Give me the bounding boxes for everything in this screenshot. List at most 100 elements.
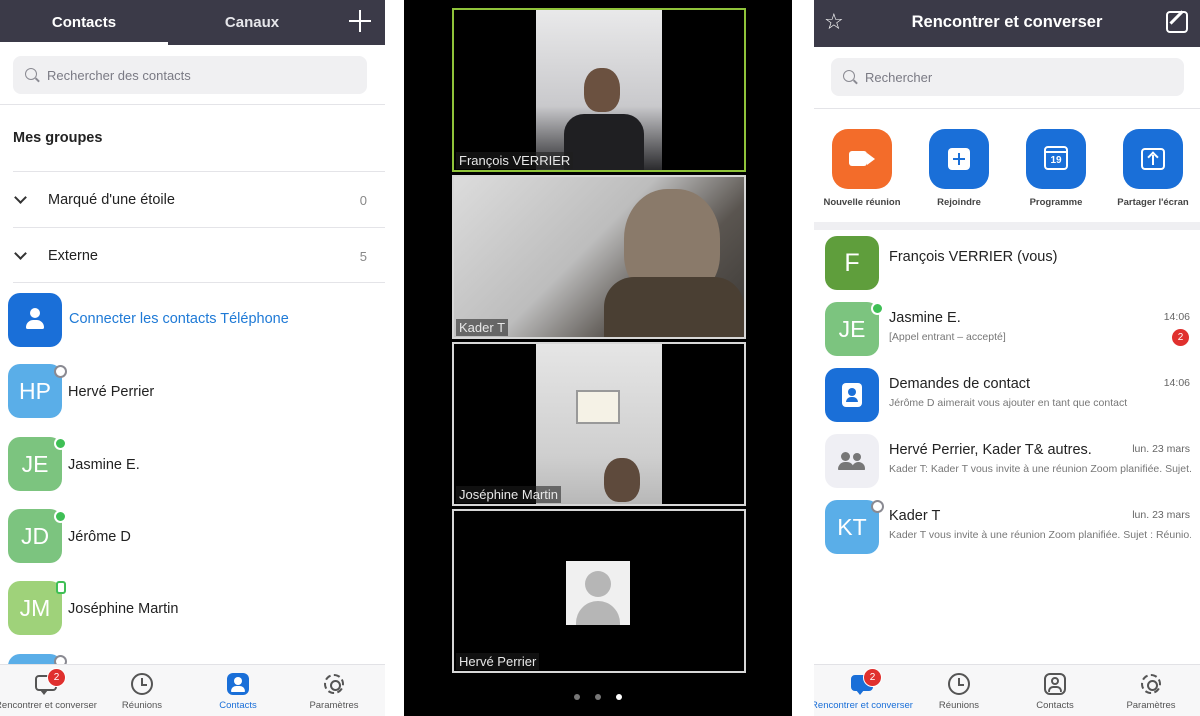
participant-name: François VERRIER: [456, 152, 574, 169]
schedule-button[interactable]: 19 Programme: [1016, 129, 1096, 208]
tab-contacts-bottom[interactable]: Contacts: [192, 665, 284, 716]
contact-name: Joséphine Martin: [68, 601, 179, 617]
tab-contacts[interactable]: Contacts: [0, 0, 168, 45]
tab-meetings[interactable]: Réunions: [96, 665, 188, 716]
video-tile[interactable]: Kader T: [452, 175, 746, 339]
video-tile[interactable]: Hervé Perrier: [452, 509, 746, 673]
divider: [13, 227, 385, 228]
tab-settings[interactable]: Paramètres: [1105, 665, 1197, 716]
gear-icon: [1141, 674, 1161, 694]
chevron-down-icon: [14, 247, 27, 260]
group-external[interactable]: Externe 5: [0, 234, 385, 278]
chat-time: 14:06: [1163, 377, 1190, 389]
tab-label: Paramètres: [309, 700, 359, 711]
page-dot-active[interactable]: [616, 694, 622, 700]
default-avatar-icon: [566, 561, 630, 625]
divider: [13, 282, 385, 283]
presence-online-icon: [871, 302, 884, 315]
gear-icon: [324, 674, 344, 694]
participant-name: Joséphine Martin: [456, 486, 561, 503]
tab-label: Réunions: [938, 700, 980, 711]
tab-channels[interactable]: Canaux: [168, 0, 336, 45]
chat-name: François VERRIER (vous): [889, 249, 1058, 265]
compose-icon[interactable]: [1166, 11, 1188, 33]
group-count: 0: [359, 192, 367, 208]
tab-meetings[interactable]: Réunions: [913, 665, 1005, 716]
page-dot[interactable]: [595, 694, 601, 700]
connect-phone-contacts-link[interactable]: Connecter les contacts Téléphone: [69, 311, 289, 327]
action-label: Programme: [1029, 197, 1083, 208]
chat-preview: Kader T: Kader T vous invite à une réuni…: [889, 463, 1191, 475]
search-icon: [843, 70, 855, 82]
contacts-search-input[interactable]: Rechercher des contacts: [13, 56, 367, 94]
presence-offline-icon: [871, 500, 884, 513]
search-icon: [25, 68, 37, 80]
divider: [0, 104, 385, 105]
chat-row[interactable]: Hervé Perrier, Kader T& autres. Kader T:…: [814, 430, 1200, 492]
contact-name: Hervé Perrier: [68, 384, 155, 400]
contact-name: Jérôme D: [68, 529, 131, 545]
separator: [385, 0, 404, 716]
contacts-screen: Contacts Canaux Rechercher des contacts …: [0, 0, 385, 716]
tab-label: Contacts: [219, 700, 257, 711]
page-dot[interactable]: [574, 694, 580, 700]
tab-meet-chat[interactable]: 2 Rencontrer et converser: [814, 665, 913, 716]
phone-contacts-icon[interactable]: [8, 293, 62, 347]
meet-search-placeholder: Rechercher: [865, 69, 933, 85]
contact-request-icon: [825, 368, 879, 422]
new-meeting-button[interactable]: Nouvelle réunion: [822, 129, 902, 208]
presence-online-icon: [54, 437, 67, 450]
chat-row[interactable]: F François VERRIER (vous): [814, 232, 1200, 294]
tab-meet-chat[interactable]: 2 Rencontrer et converser: [0, 665, 97, 716]
meet-chat-screen: ☆ Rencontrer et converser Rechercher Nou…: [814, 0, 1200, 716]
chat-row[interactable]: JE Jasmine E. [Appel entrant – accepté] …: [814, 298, 1200, 360]
tab-contacts-bottom[interactable]: Contacts: [1009, 665, 1101, 716]
tab-settings[interactable]: Paramètres: [288, 665, 380, 716]
page-indicator[interactable]: [404, 694, 792, 700]
avatar: F: [825, 236, 879, 290]
chat-name: Jasmine E.: [889, 310, 961, 326]
contacts-search-placeholder: Rechercher des contacts: [47, 67, 191, 83]
chat-preview: [Appel entrant – accepté]: [889, 331, 1006, 343]
group-count: 5: [359, 248, 367, 264]
group-label: Externe: [48, 248, 98, 264]
contacts-header: Contacts Canaux: [0, 0, 385, 45]
chat-name: Demandes de contact: [889, 376, 1031, 392]
tab-label: Contacts: [1036, 700, 1074, 711]
video-camera-icon: [849, 151, 867, 166]
meet-header: ☆ Rencontrer et converser: [814, 0, 1200, 47]
chat-preview: Jérôme D aimerait vous ajouter en tant q…: [889, 397, 1128, 409]
group-starred[interactable]: Marqué d'une étoile 0: [0, 178, 385, 222]
avatar: JM: [8, 581, 62, 635]
participant-video: [536, 344, 662, 504]
bottom-tab-bar: 2 Rencontrer et converser Réunions Conta…: [0, 664, 385, 716]
tab-label: Rencontrer et converser: [814, 700, 913, 711]
add-plus-icon[interactable]: [347, 8, 373, 34]
tab-label: Rencontrer et converser: [0, 700, 97, 711]
chat-row[interactable]: Demandes de contact Jérôme D aimerait vo…: [814, 364, 1200, 426]
chat-row[interactable]: KT Kader T Kader T vous invite à une réu…: [814, 496, 1200, 558]
chat-preview: Kader T vous invite à une réunion Zoom p…: [889, 529, 1191, 541]
contact-card-icon: [1044, 673, 1066, 695]
calendar-icon: 19: [1044, 146, 1068, 170]
chat-time: lun. 23 mars: [1132, 509, 1190, 521]
meet-search-input[interactable]: Rechercher: [831, 58, 1184, 96]
video-tile[interactable]: François VERRIER: [452, 8, 746, 172]
share-screen-button[interactable]: Partager l'écran: [1113, 129, 1193, 208]
group-label: Marqué d'une étoile: [48, 192, 175, 208]
unread-badge: 2: [863, 668, 882, 687]
join-button[interactable]: Rejoindre: [919, 129, 999, 208]
chat-name: Hervé Perrier, Kader T& autres.: [889, 442, 1092, 458]
group-chat-icon: [825, 434, 879, 488]
share-screen-icon: [1141, 148, 1165, 170]
bottom-tab-bar: 2 Rencontrer et converser Réunions Conta…: [814, 664, 1200, 716]
participant-video: [454, 177, 744, 337]
video-tile[interactable]: Joséphine Martin: [452, 342, 746, 506]
section-divider: [814, 222, 1200, 230]
active-tab-indicator: [0, 42, 168, 45]
clock-icon: [131, 673, 153, 695]
participant-name: Hervé Perrier: [456, 653, 540, 670]
participant-name: Kader T: [456, 319, 509, 336]
presence-online-icon: [54, 510, 67, 523]
unread-badge: 2: [1171, 328, 1190, 347]
